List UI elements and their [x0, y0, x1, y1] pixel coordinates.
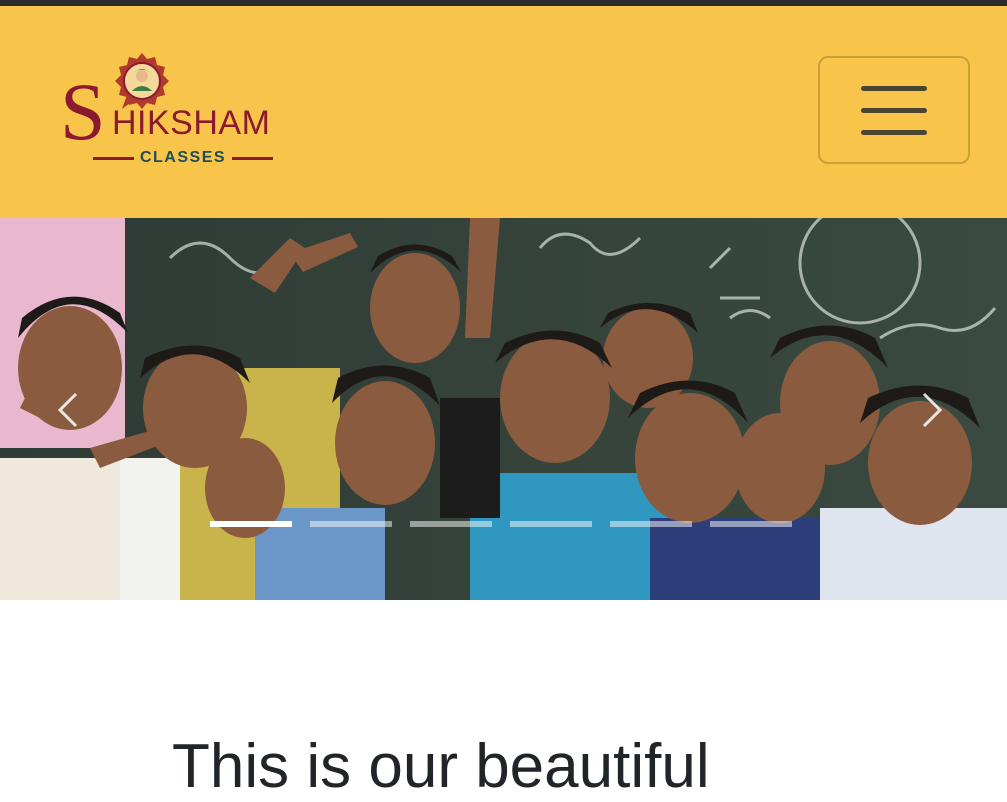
hamburger-bar [861, 107, 927, 113]
brand-logo[interactable]: S HIKSHAM CLASSES [60, 51, 300, 176]
carousel-indicators [210, 521, 792, 527]
carousel-indicator[interactable] [310, 521, 392, 527]
carousel-indicator[interactable] [410, 521, 492, 527]
menu-toggle-button[interactable] [818, 56, 970, 164]
carousel-indicator[interactable] [710, 521, 792, 527]
brand-name: HIKSHAM [112, 104, 271, 142]
brand-subtitle-row: CLASSES [93, 149, 274, 167]
carousel-indicator[interactable] [210, 521, 292, 527]
hero-carousel [0, 218, 1007, 600]
hamburger-bar [861, 129, 927, 135]
carousel-prev-icon[interactable] [50, 390, 90, 430]
subtitle-rule-right [232, 156, 274, 160]
hamburger-bar [861, 85, 927, 91]
subtitle-rule-left [93, 156, 134, 160]
brand-initial: S [60, 66, 106, 157]
carousel-indicator[interactable] [610, 521, 692, 527]
navbar: S HIKSHAM CLASSES [0, 6, 1007, 218]
group-photo [0, 218, 1007, 600]
brand-subtitle: CLASSES [139, 149, 227, 166]
carousel-next-icon[interactable] [910, 390, 950, 430]
badge-seal-icon [115, 53, 169, 109]
section-heading: This is our beautiful [172, 732, 710, 801]
carousel-indicator[interactable] [510, 521, 592, 527]
